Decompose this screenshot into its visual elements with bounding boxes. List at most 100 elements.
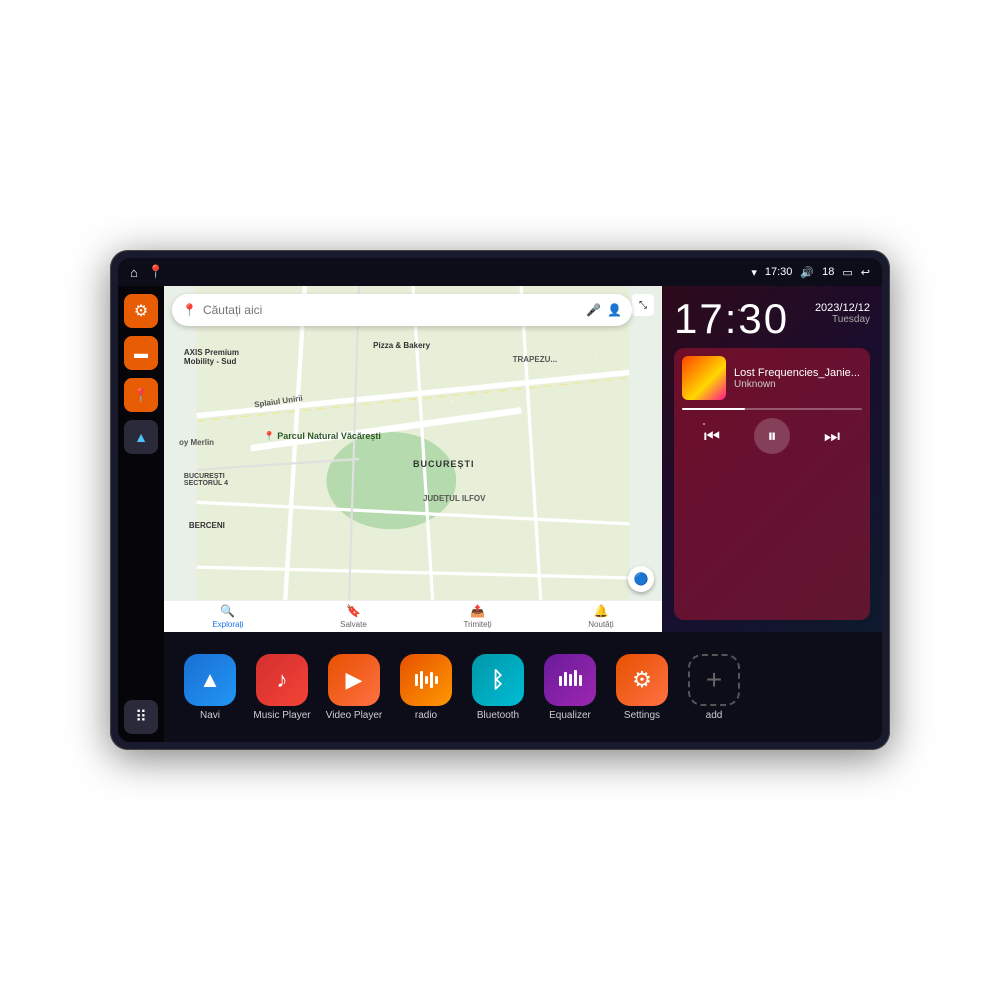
settings-label: Settings [624,710,660,721]
next-button[interactable]: ⏭ [814,418,850,454]
map-search-input[interactable] [203,303,580,317]
map-nav-saved[interactable]: 🔖 Salvate [340,604,367,629]
app-settings[interactable]: ⚙ Settings [612,654,672,721]
navi-label: Navi [200,710,220,721]
clock-time: 17:30 [674,298,789,340]
radio-waveform-icon [412,666,440,694]
clock-day-text: Tuesday [815,314,870,325]
map-label-ilfov: JUDEȚUL ILFOV [423,494,486,503]
settings-icon: ⚙ [616,654,668,706]
map-label-pizza: Pizza & Bakery [373,341,430,350]
folder-icon: ▬ [134,345,148,361]
radio-label: radio [415,710,437,721]
wifi-icon: ▾ [751,266,757,279]
album-art [682,356,726,400]
map-nav-send[interactable]: 📤 Trimiteți [463,604,491,629]
bluetooth-icon: ᛒ [472,654,524,706]
music-progress-bar[interactable] [682,408,862,410]
map-nav-news[interactable]: 🔔 Noutăți [588,604,613,629]
music-symbol: ♪ [277,667,288,693]
video-player-icon: ▶ [328,654,380,706]
map-label-merlin: oy Merlin [179,438,214,447]
saved-label: Salvate [340,620,367,629]
maps-status-icon[interactable]: 📍 [148,264,164,280]
saved-icon: 🔖 [346,604,361,618]
video-symbol: ▶ [346,667,363,693]
clock-status: 17:30 [765,266,793,278]
map-label-berceni: BERCENI [189,521,225,530]
sidebar-nav-btn[interactable]: ▲ [124,420,158,454]
explore-label: Explorați [212,620,243,629]
app-video-player[interactable]: ▶ Video Player [324,654,384,721]
map-bottom-nav: 🔍 Explorați 🔖 Salvate 📤 Trimiteți [164,600,662,632]
map-icon: 📍 [132,387,149,404]
app-music-player[interactable]: ♪ Music Player [252,654,312,721]
app-radio[interactable]: radio [396,654,456,721]
radio-icon [400,654,452,706]
map-nav-explore[interactable]: 🔍 Explorați [212,604,243,629]
clock-date-text: 2023/12/12 [815,302,870,314]
map-search-bar[interactable]: 📍 🎤 👤 [172,294,632,326]
device-screen: ⌂ 📍 ▾ 17:30 🔊 18 ▭ ↩ ⚙ ▬ [118,258,882,742]
equalizer-icon [544,654,596,706]
top-panels: 📍 🎤 👤 ⤡ [164,286,882,632]
music-player-icon: ♪ [256,654,308,706]
app-bluetooth[interactable]: ᛒ Bluetooth [468,654,528,721]
nav-icon: ▲ [134,429,148,445]
app-navi[interactable]: ▲ Navi [180,654,240,721]
map-label-vacaresti: 📍 Parcul Natural Văcărești [264,431,381,442]
play-pause-button[interactable]: ⏸ [754,418,790,454]
clock-date: 2023/12/12 Tuesday [815,298,870,325]
status-left: ⌂ 📍 [130,264,164,280]
clock-section: 17:30 2023/12/12 Tuesday [674,298,870,340]
app-grid: ▲ Navi ♪ Music Player ▶ V [164,632,882,742]
main-content: ⚙ ▬ 📍 ▲ ⠿ [118,286,882,742]
add-symbol: + [706,664,722,696]
news-label: Noutăți [588,620,613,629]
volume-icon: 🔊 [800,266,814,279]
prev-button[interactable]: ⏮ [694,418,730,454]
sidebar-settings-btn[interactable]: ⚙ [124,294,158,328]
sidebar-maps-btn[interactable]: 📍 [124,378,158,412]
back-icon[interactable]: ↩ [861,266,870,279]
apps-grid-icon: ⠿ [135,707,147,727]
map-label-axis: AXIS PremiumMobility - Sud [184,348,239,366]
music-player-label: Music Player [253,710,310,721]
account-icon[interactable]: 👤 [607,303,622,317]
equalizer-label: Equalizer [549,710,591,721]
right-panel: 17:30 2023/12/12 Tuesday [662,286,882,632]
center-area: 📍 🎤 👤 ⤡ [164,286,882,742]
compass-icon: 🔵 [634,572,649,586]
battery-level: 18 [822,266,834,278]
microphone-icon[interactable]: 🎤 [586,303,601,317]
bluetooth-label: Bluetooth [477,710,519,721]
app-add[interactable]: + add [684,654,744,721]
map-label-bucuresti: BUCUREȘTI [413,459,475,469]
sidebar-apps-btn[interactable]: ⠿ [124,700,158,734]
news-icon: 🔔 [593,604,608,618]
compass-btn[interactable]: 🔵 [628,566,654,592]
map-label-sectorul4: BUCUREȘTISECTORUL 4 [184,473,228,487]
video-player-label: Video Player [326,710,383,721]
app-equalizer[interactable]: Equalizer [540,654,600,721]
equalizer-bars-icon [556,666,584,694]
settings-icon: ⚙ [134,301,148,321]
navi-symbol: ▲ [199,667,221,693]
settings-gear-symbol: ⚙ [632,667,652,693]
music-artist: Unknown [734,379,862,390]
album-art-image [682,356,726,400]
status-bar: ⌂ 📍 ▾ 17:30 🔊 18 ▭ ↩ [118,258,882,286]
sidebar-folder-btn[interactable]: ▬ [124,336,158,370]
map-panel[interactable]: 📍 🎤 👤 ⤡ [164,286,662,632]
music-title: Lost Frequencies_Janie... [734,367,862,379]
map-label-trapezu: TRAPEZU... [513,355,557,364]
music-info-row: Lost Frequencies_Janie... Unknown [682,356,862,400]
navi-icon: ▲ [184,654,236,706]
music-progress-fill [682,408,745,410]
home-icon[interactable]: ⌂ [130,265,138,280]
sidebar: ⚙ ▬ 📍 ▲ ⠿ [118,286,164,742]
add-label: add [706,710,723,721]
music-player: Lost Frequencies_Janie... Unknown ⏮ ⏸ ⏭ [674,348,870,620]
google-maps-icon: 📍 [182,303,197,317]
bluetooth-symbol: ᛒ [491,667,504,693]
